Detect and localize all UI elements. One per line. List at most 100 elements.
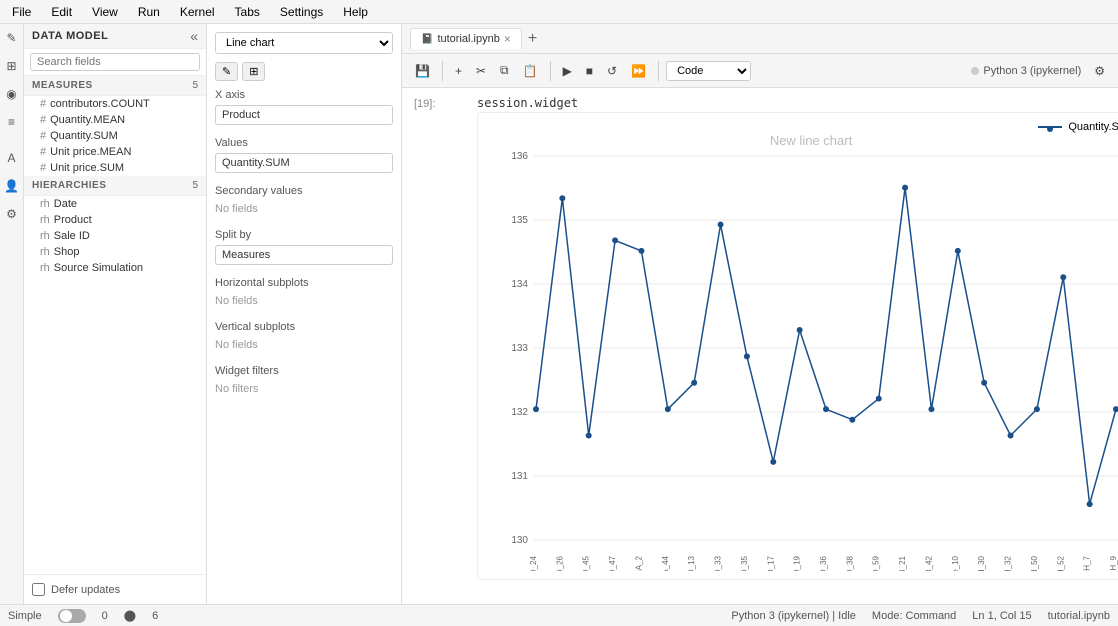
kernel-select[interactable]: Code Markdown (666, 61, 751, 81)
search-input[interactable] (30, 53, 200, 71)
hash-icon-1: # (40, 98, 46, 110)
nb-save-btn[interactable]: 💾 (410, 62, 435, 80)
kernel-name: Python 3 (ipykernel) (983, 65, 1081, 77)
measure-item-quantity-sum[interactable]: # Quantity.SUM (24, 128, 206, 144)
hierarchy-item-product[interactable]: rh Product (24, 212, 206, 228)
svg-text:134: 134 (511, 279, 528, 290)
secondary-values-label: Secondary values (215, 185, 393, 197)
menu-edit[interactable]: Edit (47, 3, 76, 21)
collapse-button[interactable]: « (190, 28, 198, 44)
svg-text:SHO_59: SHO_59 (872, 555, 881, 571)
menu-run[interactable]: Run (134, 3, 164, 21)
hierarchy-icon-4: rh (40, 246, 50, 258)
values-field[interactable]: Quantity.SUM (215, 153, 393, 173)
nb-cut-btn[interactable]: ✂ (471, 62, 491, 80)
sidebar-icon-2[interactable]: ⊞ (2, 56, 22, 76)
legend-line (1038, 126, 1062, 128)
nb-restart-btn[interactable]: ↺ (602, 62, 622, 80)
vert-subplots-section: Vertical subplots No fields (215, 321, 393, 353)
status-num2: 6 (152, 610, 158, 622)
sidebar-icon-4[interactable]: ≡ (2, 112, 22, 132)
hierarchy-icon-5: rh (40, 262, 50, 274)
split-by-field[interactable]: Measures (215, 245, 393, 265)
config-toolbar: ✎ ⊞ (215, 62, 393, 81)
sidebar-icon-6[interactable]: 👤 (2, 176, 22, 196)
config-edit-btn[interactable]: ✎ (215, 62, 238, 81)
nb-stop-btn[interactable]: ■ (581, 62, 598, 80)
status-circle: ⬤ (124, 609, 136, 622)
cell-code[interactable]: session.widget (477, 96, 578, 110)
status-num1: 0 (102, 610, 108, 622)
status-cursor: Ln 1, Col 15 (972, 610, 1031, 622)
sidebar-icon-1[interactable]: ✎ (2, 28, 22, 48)
menu-file[interactable]: File (8, 3, 35, 21)
status-mode: Simple (8, 610, 42, 622)
measure-label-1: contributors.COUNT (50, 98, 150, 110)
svg-text:TSH_50: TSH_50 (1030, 555, 1039, 571)
chart-type-select[interactable]: Line chart Bar chart Scatter plot (215, 32, 393, 54)
nb-copy-btn[interactable]: ⧉ (495, 61, 514, 80)
new-chart-label: New line chart (770, 133, 852, 148)
measure-label-2: Quantity.MEAN (50, 114, 125, 126)
defer-updates-label: Defer updates (51, 584, 120, 596)
hierarchy-label-2: Product (54, 214, 92, 226)
tab-close-btn[interactable]: × (504, 32, 511, 46)
menu-kernel[interactable]: Kernel (176, 3, 219, 21)
hash-icon-4: # (40, 146, 46, 158)
tab-label: tutorial.ipynb (437, 33, 499, 45)
hierarchy-icon-1: rh (40, 198, 50, 210)
measure-item-contributors[interactable]: # contributors.COUNT (24, 96, 206, 112)
svg-text:HOO_35: HOO_35 (740, 555, 749, 571)
config-panel: Line chart Bar chart Scatter plot ✎ ⊞ X … (207, 24, 402, 604)
search-box (24, 49, 206, 76)
hierarchy-item-source[interactable]: rh Source Simulation (24, 260, 206, 276)
hierarchy-label-4: Shop (54, 246, 80, 258)
menu-help[interactable]: Help (339, 3, 372, 21)
svg-text:SHO_38: SHO_38 (845, 555, 854, 571)
data-panel-header: DATA MODEL « (24, 24, 206, 49)
measure-label-4: Unit price.MEAN (50, 146, 131, 158)
menu-tabs[interactable]: Tabs (231, 3, 264, 21)
tab-add-btn[interactable]: + (524, 30, 541, 48)
measure-label-5: Unit price.SUM (50, 162, 124, 174)
sidebar-icon-3[interactable]: ◉ (2, 84, 22, 104)
measure-label-3: Quantity.SUM (50, 130, 118, 142)
svg-text:TSH_30: TSH_30 (977, 555, 986, 571)
cell-inner: [19]: session.widget New line chart (414, 96, 1118, 580)
horiz-subplots-section: Horizontal subplots No fields (215, 277, 393, 309)
tab-icon: 📓 (421, 34, 433, 45)
secondary-values-empty: No fields (215, 201, 393, 217)
hierarchy-item-shop[interactable]: rh Shop (24, 244, 206, 260)
svg-text:BED_45: BED_45 (582, 555, 591, 571)
x-axis-field[interactable]: Product (215, 105, 393, 125)
nb-paste-btn[interactable]: 📋 (518, 62, 543, 80)
kernel-circle (971, 67, 979, 75)
cell-row: [19]: session.widget (414, 96, 1118, 110)
svg-text:SHO_19: SHO_19 (793, 555, 802, 571)
measure-item-unitprice-sum[interactable]: # Unit price.SUM (24, 160, 206, 176)
svg-text:TSH_52: TSH_52 (1056, 555, 1065, 571)
hierarchy-item-saleid[interactable]: rh Sale ID (24, 228, 206, 244)
svg-text:BED_24: BED_24 (529, 555, 538, 571)
measures-label: MEASURES (32, 80, 93, 91)
measure-item-unitprice-mean[interactable]: # Unit price.MEAN (24, 144, 206, 160)
config-grid-btn[interactable]: ⊞ (242, 62, 265, 81)
svg-text:SHO_17: SHO_17 (766, 555, 775, 571)
status-right: Python 3 (ipykernel) | Idle Mode: Comman… (731, 610, 1110, 622)
measure-item-quantity-mean[interactable]: # Quantity.MEAN (24, 112, 206, 128)
defer-updates-checkbox[interactable] (32, 583, 45, 596)
svg-text:SHO_36: SHO_36 (819, 555, 828, 571)
menu-settings[interactable]: Settings (276, 3, 327, 21)
sidebar-icon-7[interactable]: ⚙ (2, 204, 22, 224)
nb-add-btn[interactable]: + (450, 62, 467, 80)
svg-text:TSH_7: TSH_7 (1083, 555, 1092, 571)
hierarchy-label-5: Source Simulation (54, 262, 143, 274)
hierarchy-item-date[interactable]: rh Date (24, 196, 206, 212)
menu-view[interactable]: View (88, 3, 122, 21)
notebook-tab-tutorial[interactable]: 📓 tutorial.ipynb × (410, 28, 522, 49)
nb-restart-run-btn[interactable]: ⏩ (626, 62, 651, 80)
nb-settings-btn[interactable]: ⚙ (1089, 62, 1110, 80)
status-toggle-btn[interactable] (58, 609, 86, 623)
sidebar-icon-5[interactable]: A (2, 148, 22, 168)
nb-run-btn[interactable]: ▶ (558, 62, 577, 80)
